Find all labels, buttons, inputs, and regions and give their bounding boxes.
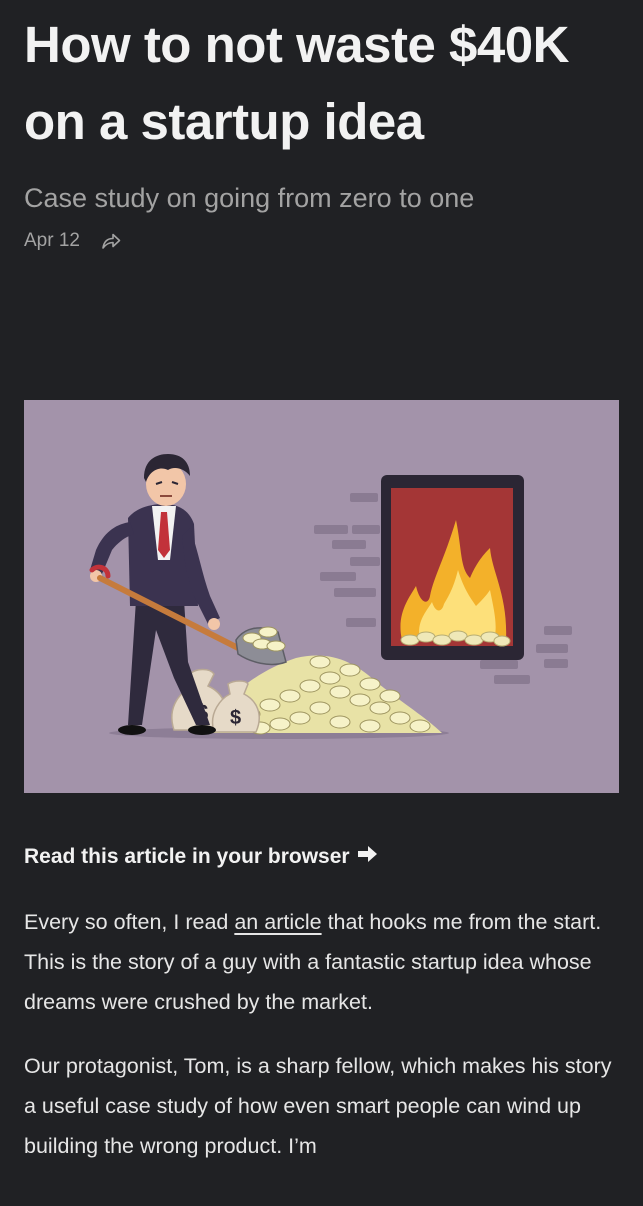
share-icon[interactable] xyxy=(100,230,122,252)
svg-text:$: $ xyxy=(230,707,241,729)
article-meta: Apr 12 xyxy=(24,230,619,252)
arrow-right-icon xyxy=(356,844,380,870)
article-body: Every so often, I read an article that h… xyxy=(24,902,619,1190)
read-in-browser-label: Read this article in your browser xyxy=(24,845,350,868)
paragraph: Every so often, I read an article that h… xyxy=(24,902,619,1022)
hero-image: $ $ xyxy=(24,400,619,793)
article-title: How to not waste $40K on a startup idea xyxy=(24,16,569,150)
read-in-browser-link[interactable]: Read this article in your browser xyxy=(24,844,380,870)
article-link[interactable]: an article xyxy=(234,910,321,934)
paragraph-text: Every so often, I read xyxy=(24,910,235,934)
paragraph: Our protagonist, Tom, is a sharp fellow,… xyxy=(24,1054,612,1158)
article-subtitle: Case study on going from zero to one xyxy=(24,183,475,213)
publish-date: Apr 12 xyxy=(24,230,80,251)
